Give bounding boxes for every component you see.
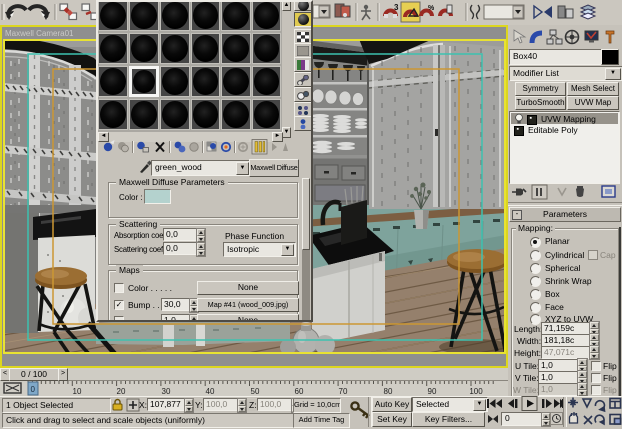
svg-text:%: % bbox=[428, 5, 435, 12]
svg-text:20: 20 bbox=[117, 387, 126, 396]
svg-text:90: 90 bbox=[428, 387, 437, 396]
svg-text:10: 10 bbox=[73, 387, 82, 396]
svg-text:30: 30 bbox=[162, 387, 171, 396]
svg-text:50: 50 bbox=[251, 387, 260, 396]
svg-text:70: 70 bbox=[339, 387, 348, 396]
svg-text:100: 100 bbox=[469, 387, 483, 396]
svg-text:40: 40 bbox=[206, 387, 215, 396]
svg-text:60: 60 bbox=[295, 387, 304, 396]
svg-text:80: 80 bbox=[384, 387, 393, 396]
svg-text:0: 0 bbox=[31, 385, 36, 394]
svg-text:3: 3 bbox=[394, 3, 399, 12]
